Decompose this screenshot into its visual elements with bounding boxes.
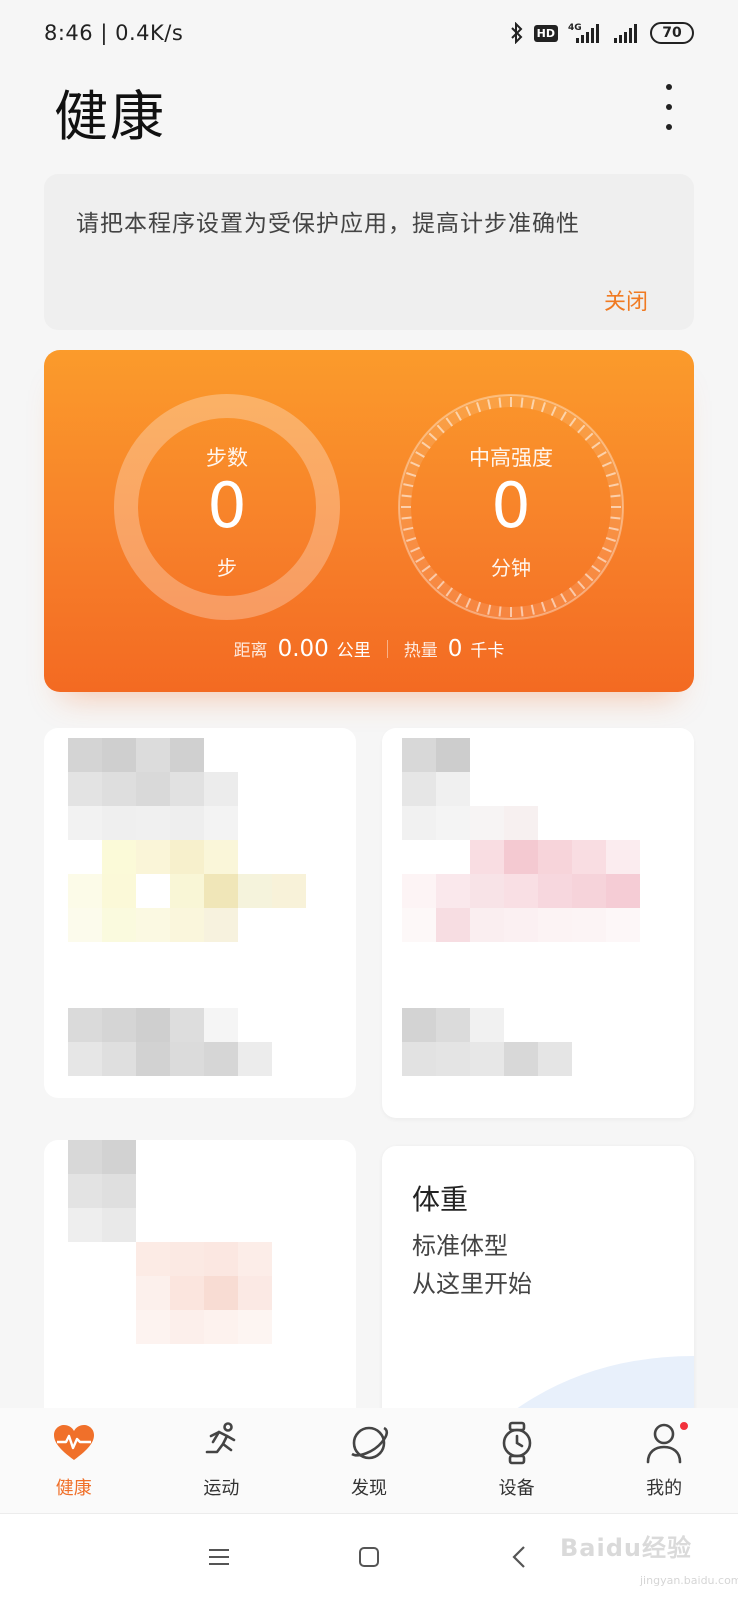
- more-dot-icon: [666, 124, 672, 130]
- watch-icon: [494, 1420, 540, 1466]
- protect-app-notice: 请把本程序设置为受保护应用，提高计步准确性 关闭: [44, 174, 694, 330]
- heart-pulse-icon: [51, 1420, 97, 1466]
- hd-icon: HD: [533, 24, 558, 42]
- home-square-icon: [359, 1547, 379, 1567]
- menu-icon: [209, 1549, 229, 1565]
- tab-devices[interactable]: 设备: [457, 1408, 577, 1513]
- obscured-card-heart-rate[interactable]: [382, 728, 694, 1118]
- calories-unit: 千卡: [470, 641, 505, 661]
- page-title: 健康: [54, 85, 166, 148]
- baidu-watermark-url: jingyan.baidu.com: [640, 1574, 738, 1587]
- steps-unit: 步: [217, 556, 237, 580]
- bluetooth-icon: [510, 22, 523, 44]
- status-bar: 8:46 | 0.4K/s HD 4G 70: [0, 0, 738, 66]
- intensity-ring[interactable]: 中高强度 0 分钟: [396, 392, 626, 622]
- tab-label-health: 健康: [55, 1478, 92, 1499]
- signal-4g-icon: 4G: [568, 23, 599, 43]
- network-speed: 0.4K/s: [115, 21, 184, 45]
- status-icons: HD 4G 70: [510, 22, 694, 44]
- distance-unit: 公里: [336, 641, 371, 661]
- distance-value: 0.00: [277, 636, 329, 662]
- obscured-card-activity[interactable]: [44, 1140, 356, 1440]
- tab-exercise[interactable]: 运动: [161, 1408, 281, 1513]
- back-nav-button[interactable]: [499, 1537, 539, 1577]
- tab-health[interactable]: 健康: [14, 1408, 134, 1513]
- planet-icon: [346, 1420, 392, 1466]
- weight-card[interactable]: 体重 标准体型 从这里开始: [382, 1146, 694, 1446]
- tab-label-discover: 发现: [350, 1478, 387, 1499]
- tab-profile[interactable]: 我的: [604, 1408, 724, 1513]
- ring-tick: [498, 606, 502, 617]
- home-nav-button[interactable]: [349, 1537, 389, 1577]
- tab-label-devices: 设备: [498, 1478, 535, 1499]
- calories-value: 0: [447, 636, 463, 662]
- notice-close-button[interactable]: 关闭: [604, 284, 648, 316]
- status-time: 8:46: [44, 21, 94, 45]
- running-icon: [198, 1420, 244, 1466]
- more-dot-icon: [666, 84, 672, 90]
- status-time-speed: 8:46 | 0.4K/s: [44, 21, 184, 45]
- daily-summary-card[interactable]: 步数 0 步 中高强度 0 分钟 距离 0.00 公里 热量 0 千卡: [44, 350, 694, 692]
- svg-text:4G: 4G: [568, 23, 582, 33]
- weight-cta: 从这里开始: [412, 1270, 532, 1298]
- steps-value: 0: [207, 469, 247, 542]
- tab-label-profile: 我的: [646, 1478, 683, 1499]
- intensity-unit: 分钟: [491, 556, 531, 580]
- summary-footer: 距离 0.00 公里 热量 0 千卡: [44, 636, 694, 662]
- more-dot-icon: [666, 104, 672, 110]
- more-options-button[interactable]: [656, 84, 682, 130]
- notice-text: 请把本程序设置为受保护应用，提高计步准确性: [76, 211, 580, 237]
- calories-label: 热量: [403, 641, 438, 661]
- distance-label: 距离: [233, 641, 268, 661]
- ring-tick: [520, 606, 524, 617]
- bottom-tab-bar: 健康 运动 发现 设备 我的: [0, 1408, 738, 1514]
- tab-discover[interactable]: 发现: [309, 1408, 429, 1513]
- signal-icon: [614, 24, 637, 43]
- steps-ring[interactable]: 步数 0 步: [112, 392, 342, 622]
- tab-label-exercise: 运动: [203, 1478, 240, 1499]
- weight-title: 体重: [412, 1183, 469, 1216]
- obscured-card-sleep[interactable]: [44, 728, 356, 1098]
- ring-tick: [520, 397, 524, 408]
- notification-badge: [678, 1420, 691, 1432]
- intensity-value: 0: [491, 469, 531, 542]
- battery-icon: 70: [650, 22, 694, 44]
- baidu-watermark: Baidu经验: [560, 1534, 692, 1562]
- ring-tick: [498, 397, 502, 408]
- menu-nav-button[interactable]: [199, 1537, 239, 1577]
- weight-subtitle: 标准体型: [412, 1232, 508, 1260]
- footer-divider: [386, 640, 388, 658]
- back-chevron-icon: [512, 1546, 525, 1568]
